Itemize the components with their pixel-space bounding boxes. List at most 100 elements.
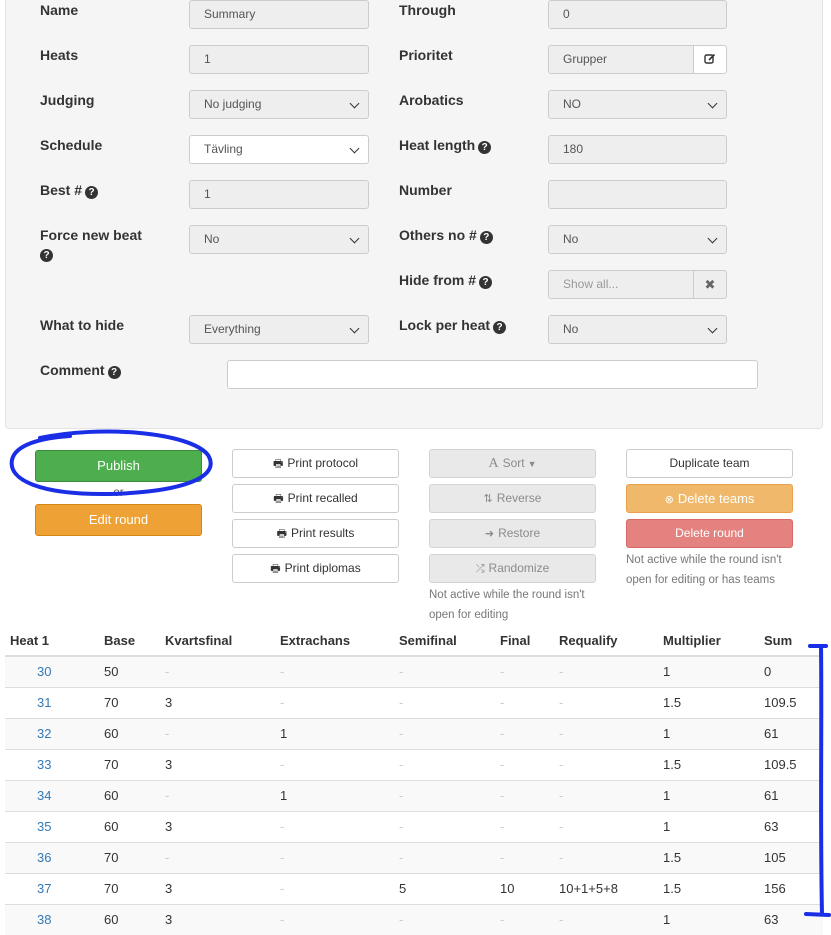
column-header: Semifinal <box>394 626 495 657</box>
heat-number-cell: 36 <box>5 841 99 873</box>
table-cell: 10 <box>495 872 554 904</box>
heat-link[interactable]: 30 <box>37 664 51 679</box>
table-cell: - <box>275 810 394 842</box>
print-results-button[interactable]: 🖶 Print results <box>232 519 399 548</box>
table-cell: - <box>275 841 394 873</box>
heats-input[interactable]: 1 <box>189 45 369 74</box>
column-header: Requalify <box>554 626 658 657</box>
table-cell: - <box>554 686 658 718</box>
font-icon: A <box>488 456 499 471</box>
table-cell: 60 <box>99 903 160 935</box>
help-icon[interactable]: ? <box>40 249 53 262</box>
heat-number-cell: 38 <box>5 903 99 935</box>
delete-disabled-note: Not active while the round isn't open fo… <box>626 554 782 586</box>
duplicate-team-button[interactable]: Duplicate team <box>626 449 793 478</box>
randomize-button[interactable]: ⤮ Randomize <box>429 554 596 583</box>
others-no-select[interactable]: No <box>548 225 727 254</box>
table-row: 37 70 3-5 10 10+1+5+8 1.5 156 <box>5 872 823 904</box>
sort-disabled-note: Not active while the round isn't open fo… <box>429 589 585 621</box>
help-icon[interactable]: ? <box>107 366 121 379</box>
label-through: Through <box>399 2 456 18</box>
table-cell: 1 <box>658 717 759 749</box>
table-cell: - <box>495 717 554 749</box>
table-cell: - <box>160 841 275 873</box>
table-cell: 1 <box>658 903 759 935</box>
reverse-button[interactable]: ⇅ Reverse <box>429 484 596 513</box>
table-cell: - <box>495 810 554 842</box>
arobatics-select[interactable]: NO <box>548 90 727 119</box>
heat-link[interactable]: 31 <box>37 695 51 710</box>
best-input[interactable]: 1 <box>189 180 369 209</box>
table-cell: - <box>394 748 495 780</box>
label-force-new-beat: Force new beat? <box>40 227 142 262</box>
column-header: Final <box>495 626 554 657</box>
heat-number-cell: 30 <box>5 655 99 687</box>
table-cell: - <box>275 748 394 780</box>
table-cell: - <box>394 686 495 718</box>
table-cell: - <box>495 748 554 780</box>
column-header: Extrachans <box>275 626 394 657</box>
restore-button[interactable]: ➜ Restore <box>429 519 596 548</box>
edit-round-button[interactable]: Edit round <box>35 504 202 536</box>
table-cell: - <box>394 810 495 842</box>
print-recalled-button[interactable]: 🖶 Print recalled <box>232 484 399 513</box>
print-icon: 🖶 <box>270 563 281 575</box>
table-cell: 105 <box>759 841 823 873</box>
heat-link[interactable]: 37 <box>37 881 51 896</box>
heat-link[interactable]: 38 <box>37 912 51 927</box>
heat-link[interactable]: 32 <box>37 726 51 741</box>
print-diplomas-button[interactable]: 🖶 Print diplomas <box>232 554 399 583</box>
table-row: 34 60-1- - -1 61 <box>5 779 823 811</box>
label-best: Best #? <box>40 181 99 199</box>
heat-link[interactable]: 34 <box>37 788 51 803</box>
table-cell: - <box>495 779 554 811</box>
heat-link[interactable]: 35 <box>37 819 51 834</box>
force-new-beat-select[interactable]: No <box>189 225 369 254</box>
name-input[interactable]: Summary <box>189 0 369 29</box>
table-cell: 1.5 <box>658 872 759 904</box>
through-input[interactable]: 0 <box>548 0 727 29</box>
print-protocol-button[interactable]: 🖶 Print protocol <box>232 449 399 478</box>
table-cell: 1.5 <box>658 841 759 873</box>
publish-button[interactable]: Publish <box>35 450 202 482</box>
prioritet-input[interactable]: Grupper <box>548 45 694 74</box>
heat-number-cell: 33 <box>5 748 99 780</box>
heat-link[interactable]: 33 <box>37 757 51 772</box>
table-cell: 1 <box>658 779 759 811</box>
table-cell: - <box>495 841 554 873</box>
help-icon[interactable]: ? <box>479 231 493 244</box>
schedule-select[interactable]: Tävling <box>189 135 369 164</box>
hide-from-input[interactable]: Show all... <box>548 270 694 299</box>
help-icon[interactable]: ? <box>85 186 99 199</box>
help-icon[interactable]: ? <box>479 276 493 289</box>
heat-length-input[interactable]: 180 <box>548 135 727 164</box>
table-cell: - <box>275 872 394 904</box>
judging-select[interactable]: No judging <box>189 90 369 119</box>
arrow-right-icon: ➜ <box>484 528 495 540</box>
table-cell: 1 <box>275 779 394 811</box>
comment-input[interactable] <box>227 360 758 389</box>
print-icon: 🖶 <box>272 458 284 470</box>
clear-icon[interactable]: ✖ <box>693 270 727 299</box>
print-icon: 🖶 <box>273 493 284 505</box>
label-number: Number <box>399 182 452 198</box>
edit-icon[interactable] <box>693 45 727 74</box>
heat-link[interactable]: 36 <box>37 850 51 865</box>
table-cell: - <box>554 717 658 749</box>
table-header-row: Heat 1 Base Kvartsfinal Extrachans Semif… <box>5 626 823 657</box>
help-icon[interactable]: ? <box>478 141 492 154</box>
random-icon: ⤮ <box>475 563 485 575</box>
delete-teams-button[interactable]: ⊗ Delete teams <box>626 484 793 513</box>
table-cell: - <box>394 655 495 687</box>
what-to-hide-select[interactable]: Everything <box>189 315 369 344</box>
table-cell: 1.5 <box>658 748 759 780</box>
table-cell: - <box>554 655 658 687</box>
delete-round-button[interactable]: Delete round <box>626 519 793 548</box>
number-input[interactable] <box>548 180 727 209</box>
table-row: 32 60-1- - -1 61 <box>5 717 823 749</box>
column-header: Sum <box>759 626 823 657</box>
label-name: Name <box>40 2 79 18</box>
help-icon[interactable]: ? <box>493 321 507 334</box>
lock-per-heat-select[interactable]: No <box>548 315 727 344</box>
sort-button[interactable]: A Sort ▼ <box>429 449 596 478</box>
